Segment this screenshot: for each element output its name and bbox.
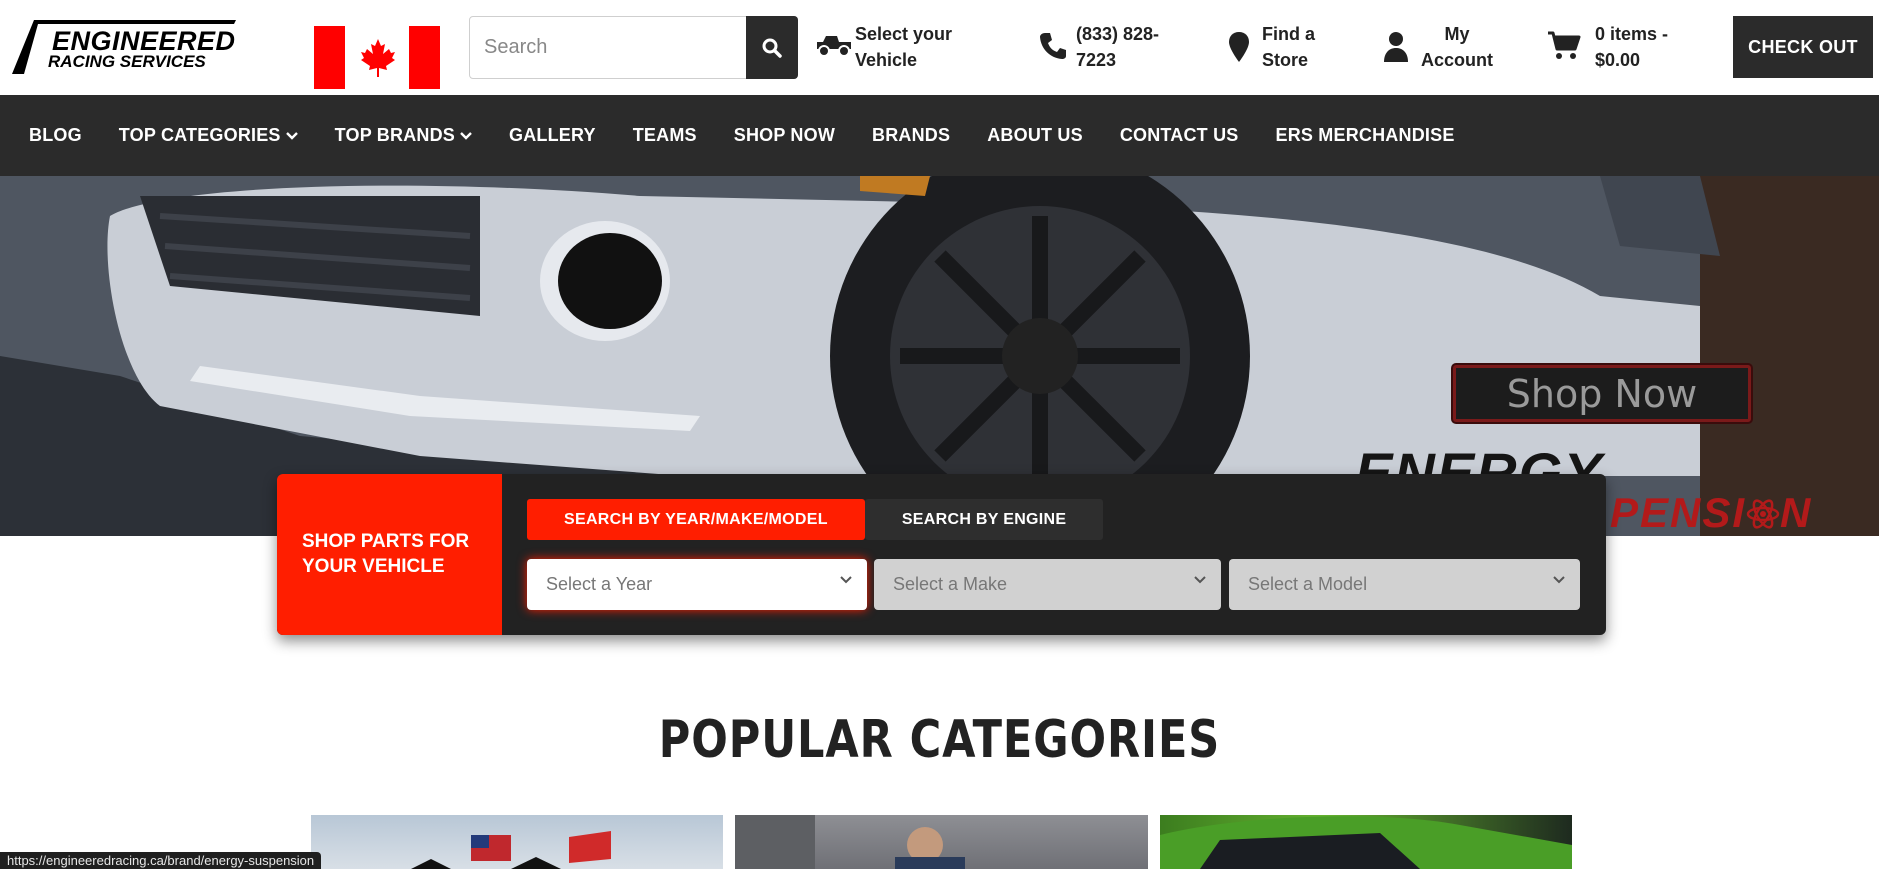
nav-item-teams[interactable]: TEAMS [633, 125, 697, 146]
jeep-icon [817, 36, 851, 57]
make-select-value: Select a Make [893, 574, 1008, 594]
phone-link[interactable]: (833) 828- 7223 [1038, 21, 1159, 73]
year-select[interactable]: Select a Year [527, 559, 867, 610]
flag-band-left [314, 26, 345, 89]
nav-item-label: TEAMS [632, 125, 697, 145]
select-vehicle-button[interactable]: Select your Vehicle [815, 21, 952, 73]
checkout-button[interactable]: CHECK OUT [1733, 16, 1873, 78]
category-card-1[interactable] [311, 815, 723, 869]
chevron-down-icon [285, 132, 298, 140]
finder-tabs: SEARCH BY YEAR/MAKE/MODEL SEARCH BY ENGI… [527, 499, 1104, 540]
model-select-value: Select a Model [1248, 574, 1368, 594]
model-select[interactable]: Select a Model [1229, 559, 1580, 610]
chevron-down-icon [460, 132, 472, 140]
cart-icon [1548, 31, 1581, 59]
user-icon [1384, 32, 1408, 62]
cart-link[interactable]: 0 items - $0.00 [1547, 21, 1668, 73]
maple-leaf-icon [361, 39, 395, 77]
nav-list: BLOG TOP CATEGORIES TOP BRANDS GALLERY TEAMS… [0, 95, 1879, 176]
search-button[interactable] [746, 16, 798, 79]
category-image-3 [1160, 816, 1572, 869]
make-select[interactable]: Select a Make [874, 559, 1221, 610]
nav-item-label: SHOP NOW [733, 125, 836, 145]
phone-number: (833) 828- 7223 [1076, 24, 1160, 70]
chevron-down-icon [840, 576, 852, 584]
cart-summary: 0 items - $0.00 [1595, 24, 1669, 70]
nav-item-top-categories[interactable]: TOP CATEGORIES [119, 125, 298, 146]
tab-year-make-model[interactable]: SEARCH BY YEAR/MAKE/MODEL [527, 499, 865, 540]
logo-line-2: RACING SERVICES [48, 52, 206, 71]
site-logo[interactable]: ENGINEERED RACING SERVICES [10, 18, 236, 78]
nav-item-label: BLOG [29, 125, 82, 145]
find-store-label: Find a Store [1262, 24, 1315, 70]
nav-item-label: ABOUT US [987, 125, 1083, 145]
search-input[interactable] [470, 17, 747, 78]
my-account-link[interactable]: My Account [1383, 21, 1493, 73]
page: ENGINEERED RACING SERVICES Search Select… [0, 0, 1879, 869]
search-box [469, 16, 798, 79]
year-select-value: Select a Year [546, 574, 653, 594]
hero-brand-red-part: PENSI [1610, 489, 1747, 536]
category-image-1 [411, 831, 611, 869]
my-account-label: My Account [1421, 24, 1493, 70]
tab-engine[interactable]: SEARCH BY ENGINE [864, 499, 1104, 540]
map-pin-icon [1229, 32, 1249, 62]
hero-brand-red-text: PENSI N [1610, 489, 1812, 536]
nav-item-label: BRANDS [872, 125, 951, 145]
chevron-down-icon [1194, 576, 1206, 584]
nav-item-ers-merchandise[interactable]: ERS MERCHANDISE [1276, 125, 1455, 146]
main-nav: BLOG TOP CATEGORIES TOP BRANDS GALLERY TEAMS… [0, 95, 1879, 176]
finder-label: SHOP PARTS FOR YOUR VEHICLE [277, 474, 502, 635]
nav-item-shop-now[interactable]: SHOP NOW [734, 125, 835, 146]
nav-item-label: CONTACT US [1119, 125, 1239, 145]
popular-categories-heading: POPULAR CATEGORIES [658, 710, 1221, 770]
nav-item-label: GALLERY [509, 125, 596, 145]
hero-brand-red-tail: N [1780, 489, 1813, 536]
status-bar-url: https://engineeredracing.ca/brand/energy… [0, 852, 322, 869]
category-image-2 [735, 815, 965, 869]
category-card-3[interactable] [1160, 815, 1572, 869]
vehicle-finder: SHOP PARTS FOR YOUR VEHICLE SEARCH BY YE… [277, 474, 1606, 635]
category-card-2[interactable] [735, 815, 1148, 869]
nav-item-blog[interactable]: BLOG [29, 125, 82, 146]
search-icon [762, 38, 782, 58]
atom-icon [1746, 499, 1780, 529]
nav-item-label: ERS MERCHANDISE [1275, 125, 1455, 145]
find-store-link[interactable]: Find a Store [1228, 21, 1315, 73]
site-header: ENGINEERED RACING SERVICES Search Select… [0, 0, 1879, 95]
nav-item-brands[interactable]: BRANDS [872, 125, 950, 146]
nav-item-label: TOP BRANDS [334, 125, 455, 145]
nav-item-about-us[interactable]: ABOUT US [987, 125, 1083, 146]
nav-item-label: TOP CATEGORIES [118, 125, 281, 145]
nav-item-gallery[interactable]: GALLERY [509, 125, 596, 146]
select-vehicle-label: Select your Vehicle [855, 24, 953, 70]
chevron-down-icon [1553, 576, 1565, 584]
hero-shop-now-button[interactable]: Shop Now [1453, 365, 1751, 422]
canada-flag-icon[interactable] [314, 26, 440, 89]
phone-icon [1040, 33, 1066, 59]
nav-item-contact-us[interactable]: CONTACT US [1120, 125, 1239, 146]
flag-band-right [409, 26, 440, 89]
nav-item-top-brands[interactable]: TOP BRANDS [335, 125, 472, 146]
